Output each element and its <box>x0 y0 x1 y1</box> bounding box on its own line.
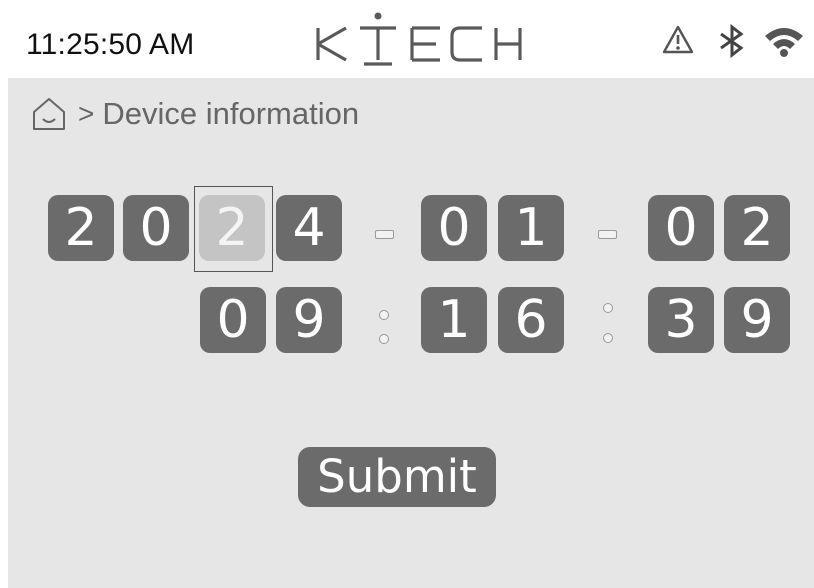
hour-digit-2[interactable]: 9 <box>276 287 342 353</box>
time-colon-2-top <box>603 303 613 313</box>
breadcrumb: > Device information <box>30 96 359 132</box>
second-digit-2[interactable]: 9 <box>724 287 790 353</box>
status-bar: 11:25:50 AM <box>0 0 814 78</box>
minute-digit-1[interactable]: 1 <box>421 287 487 353</box>
month-digit-1[interactable]: 0 <box>421 195 487 261</box>
month-digit-2[interactable]: 1 <box>498 195 564 261</box>
day-digit-1[interactable]: 0 <box>648 195 714 261</box>
warning-icon[interactable] <box>661 24 695 56</box>
bluetooth-icon[interactable] <box>715 24 749 58</box>
time-colon-1-top <box>379 310 389 320</box>
date-separator-1 <box>375 230 394 239</box>
year-digit-4[interactable]: 4 <box>276 195 342 261</box>
clock-time: 11:25:50 AM <box>26 28 195 61</box>
brand-logo <box>316 12 522 66</box>
day-digit-2[interactable]: 2 <box>724 195 790 261</box>
breadcrumb-current: Device information <box>102 96 360 131</box>
breadcrumb-separator: > <box>78 98 95 129</box>
year-digit-2[interactable]: 0 <box>123 195 189 261</box>
time-colon-2-bottom <box>603 333 613 343</box>
hour-digit-1[interactable]: 0 <box>200 287 266 353</box>
year-digit-3-selected[interactable]: 2 <box>199 195 265 261</box>
year-digit-1[interactable]: 2 <box>48 195 114 261</box>
wifi-icon[interactable] <box>763 24 805 58</box>
time-colon-1-bottom <box>379 334 389 344</box>
submit-button[interactable]: Submit <box>298 447 496 507</box>
date-separator-2 <box>598 230 617 239</box>
home-icon[interactable] <box>30 96 68 132</box>
minute-digit-2[interactable]: 6 <box>498 287 564 353</box>
second-digit-1[interactable]: 3 <box>648 287 714 353</box>
